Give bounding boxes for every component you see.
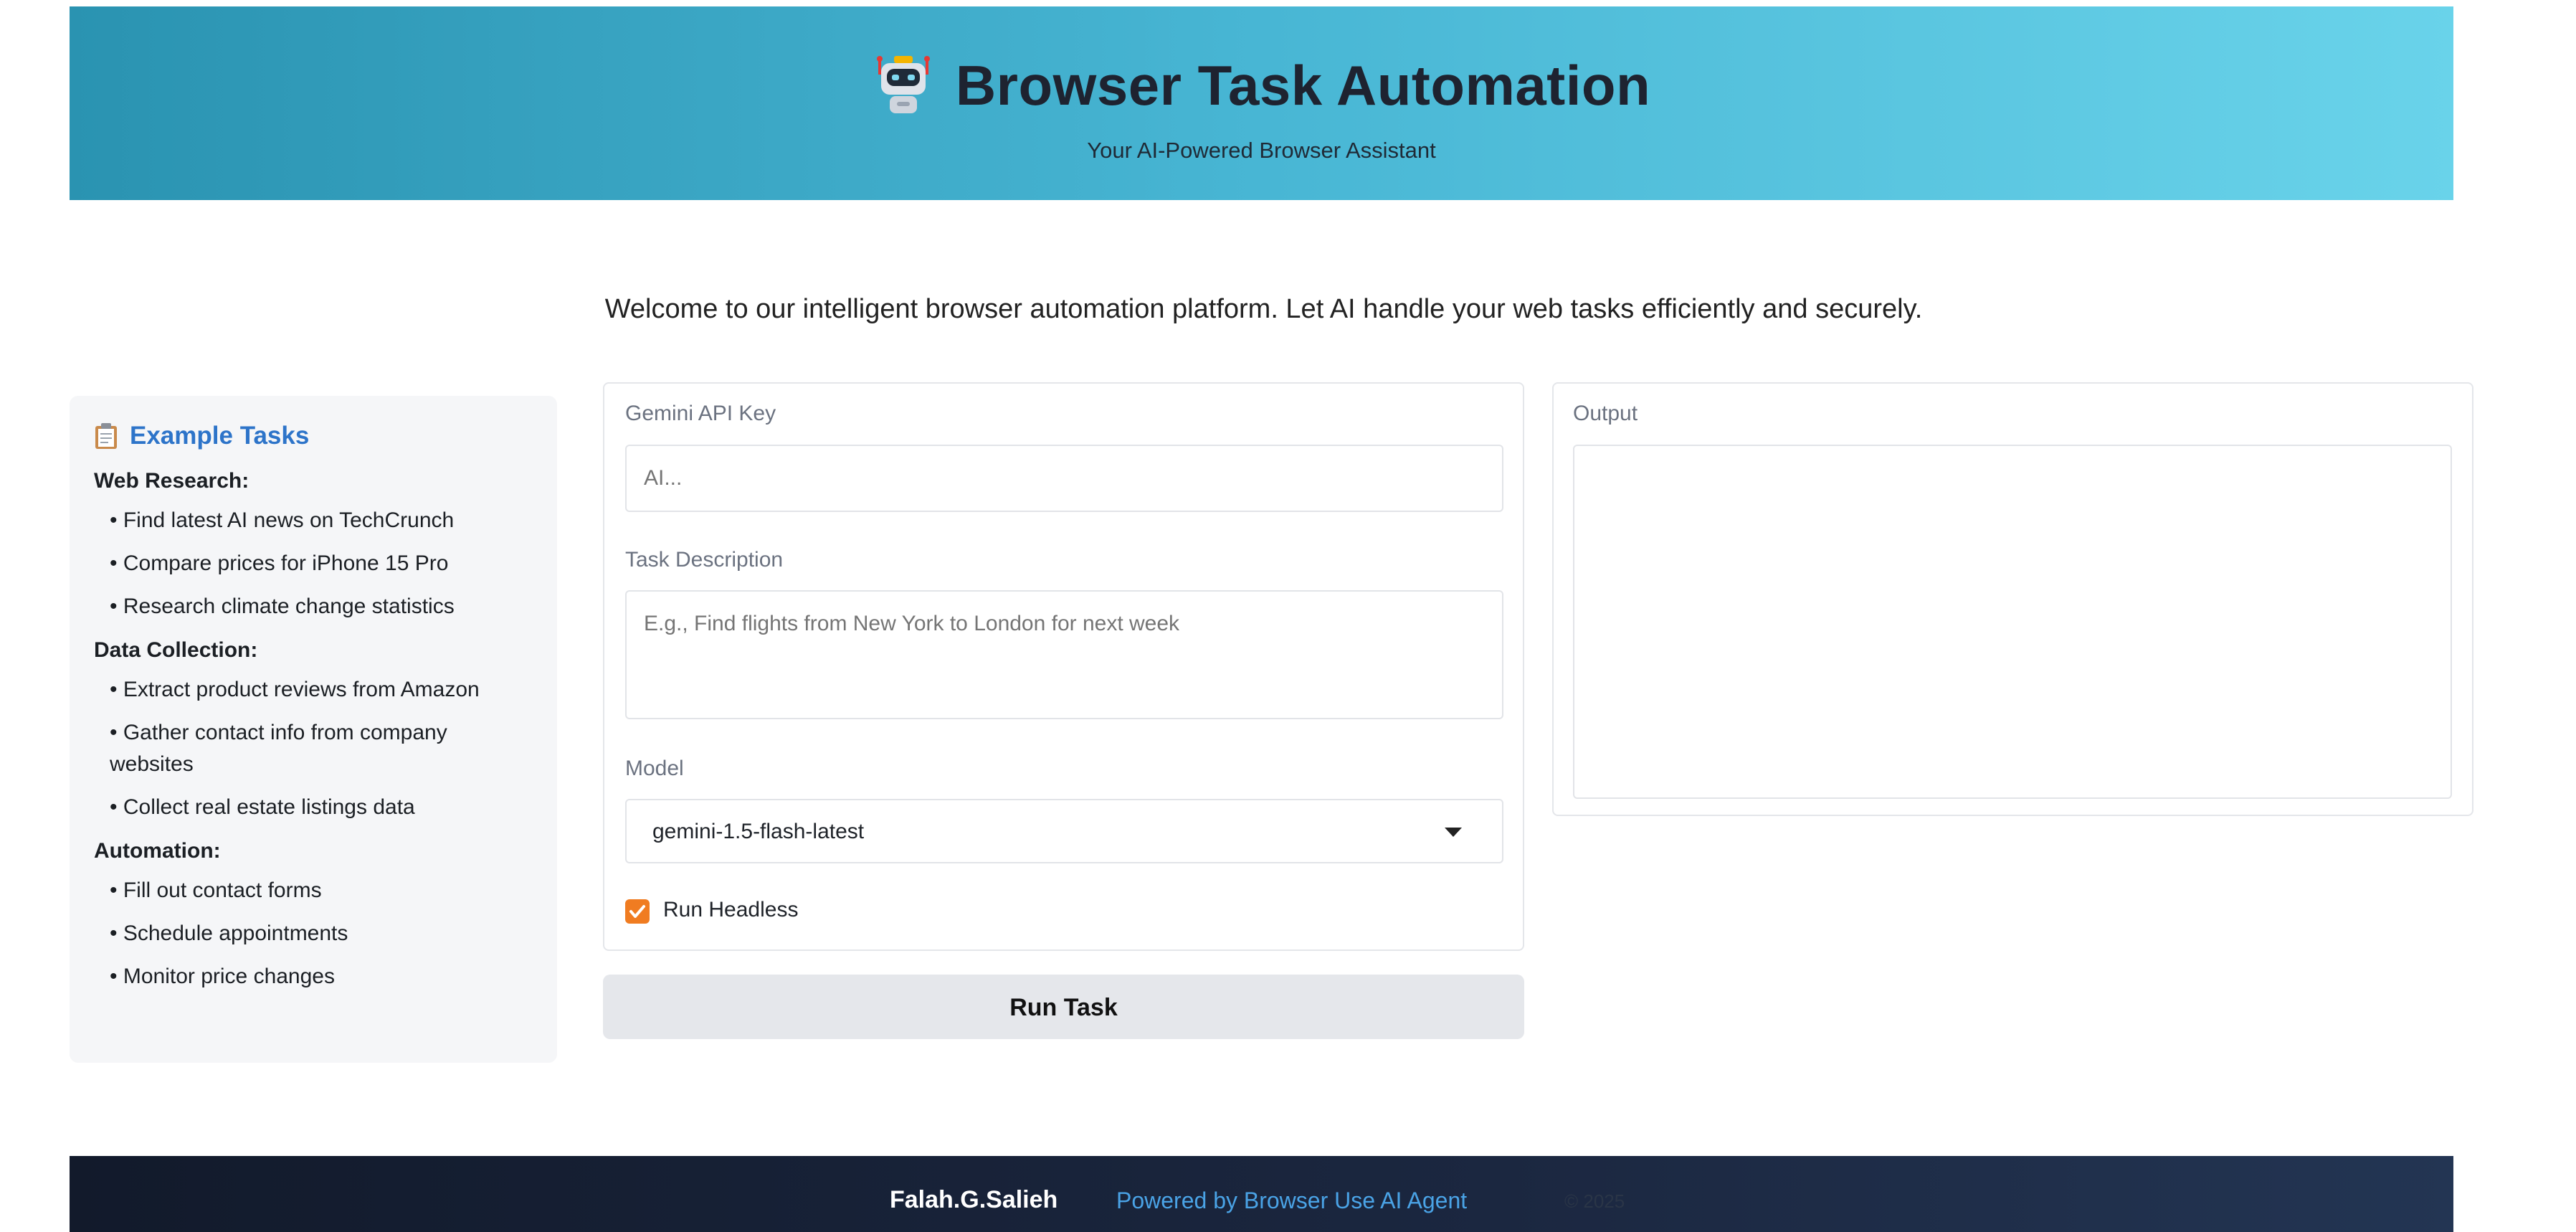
output-label: Output bbox=[1573, 402, 1638, 425]
list-item: • Fill out contact forms bbox=[110, 878, 322, 902]
chevron-down-icon[interactable] bbox=[1445, 828, 1462, 837]
robot-icon bbox=[873, 55, 934, 116]
footer-powered-link[interactable]: Powered by Browser Use AI Agent bbox=[1116, 1188, 1467, 1214]
footer-copyright: © 2025 bbox=[1564, 1190, 1625, 1212]
page-title: Browser Task Automation bbox=[955, 53, 1651, 117]
api-key-input[interactable] bbox=[625, 445, 1503, 512]
category-automation: Automation: bbox=[94, 839, 221, 863]
list-item: • Extract product reviews from Amazon bbox=[110, 678, 480, 701]
list-item: • Compare prices for iPhone 15 Pro bbox=[110, 551, 449, 575]
list-item: • Find latest AI news on TechCrunch bbox=[110, 508, 455, 532]
page-subtitle: Your AI-Powered Browser Assistant bbox=[1087, 138, 1436, 163]
footer: Falah.G.Salieh Powered by Browser Use AI… bbox=[70, 1156, 2453, 1232]
welcome-text: Welcome to our intelligent browser autom… bbox=[604, 294, 1923, 324]
api-key-label: Gemini API Key bbox=[625, 402, 776, 425]
run-headless-label[interactable]: Run Headless bbox=[663, 898, 798, 922]
model-select[interactable]: gemini-1.5-flash-latest bbox=[625, 799, 1503, 863]
category-data-collection: Data Collection: bbox=[94, 638, 258, 662]
model-label: Model bbox=[625, 757, 684, 780]
list-item: • Research climate change statistics bbox=[110, 594, 455, 618]
footer-author: Falah.G.Salieh bbox=[890, 1186, 1058, 1213]
checkmark-icon bbox=[629, 905, 645, 918]
output-textarea[interactable] bbox=[1573, 445, 2452, 799]
clipboard-icon bbox=[94, 422, 118, 450]
run-task-button[interactable]: Run Task bbox=[603, 975, 1524, 1039]
list-item: • Monitor price changes bbox=[110, 965, 335, 988]
task-description-input[interactable] bbox=[625, 590, 1503, 719]
run-headless-checkbox[interactable] bbox=[625, 899, 650, 924]
list-item: • Schedule appointments bbox=[110, 921, 348, 945]
example-tasks-title: Example Tasks bbox=[130, 422, 310, 450]
header-banner: Browser Task Automation Your AI-Powered … bbox=[70, 6, 2453, 200]
task-description-label: Task Description bbox=[625, 548, 784, 572]
list-item: • Gather contact info from company websi… bbox=[110, 721, 447, 776]
model-selected-value: gemini-1.5-flash-latest bbox=[652, 820, 865, 843]
category-web-research: Web Research: bbox=[94, 469, 249, 493]
example-tasks-heading: Example Tasks bbox=[94, 422, 533, 450]
list-item: • Collect real estate listings data bbox=[110, 795, 415, 819]
example-tasks-panel: Example Tasks Web Research: • Find lates… bbox=[70, 396, 557, 1063]
